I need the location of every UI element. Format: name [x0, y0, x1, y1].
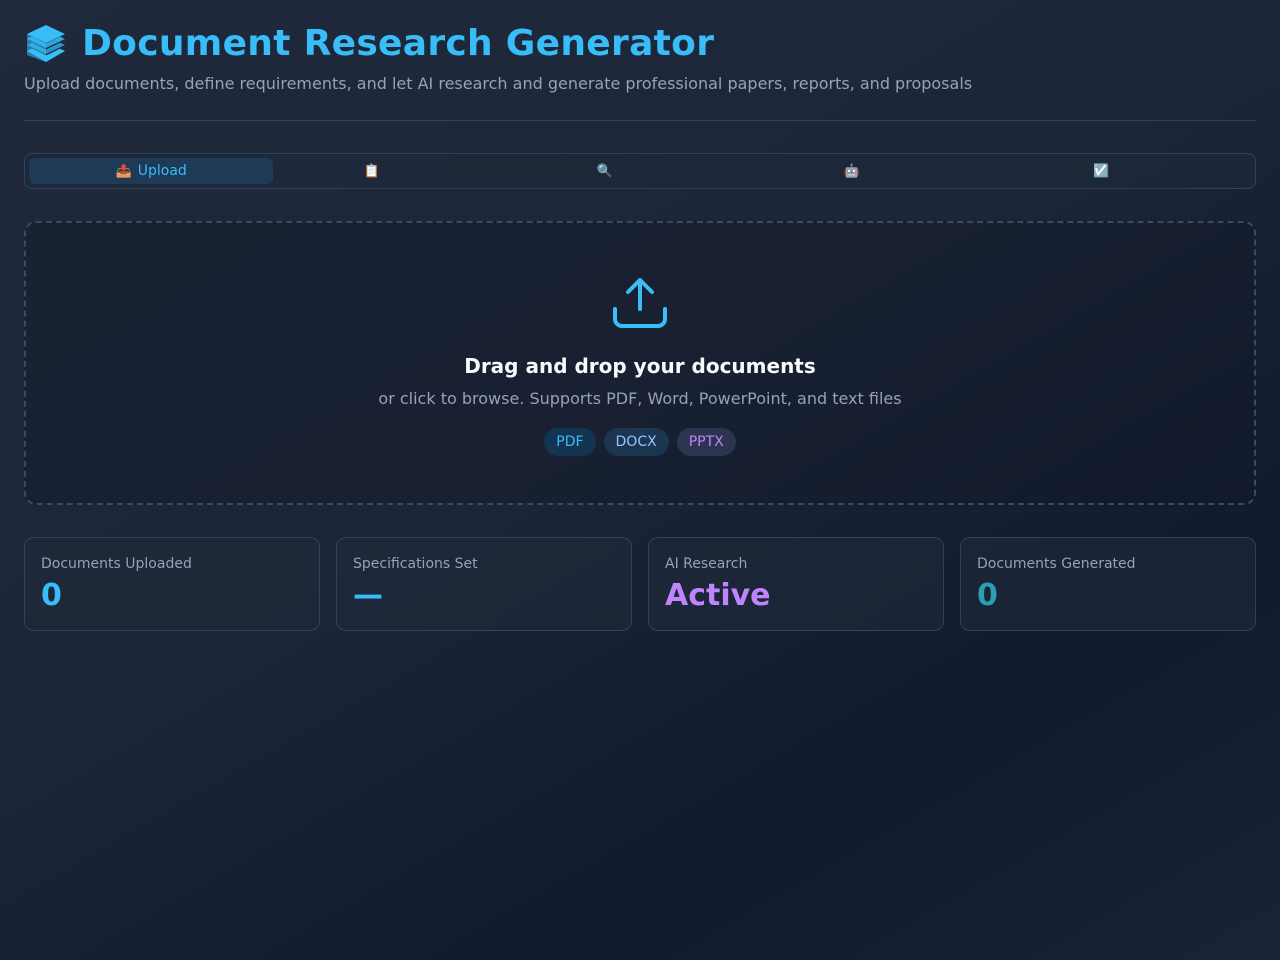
tab-label: Upload: [137, 163, 187, 179]
upload-icon: [613, 278, 667, 328]
page-title: Document Research Generator: [82, 23, 715, 64]
tab-research[interactable]: 🔍 Research: [518, 158, 762, 184]
file-type-badges: PDF DOCX PPTX: [26, 428, 1254, 456]
stat-label: Specifications Set: [353, 556, 478, 572]
stat-value: 0: [41, 578, 62, 613]
tab-label: Research: [619, 163, 684, 179]
stat-label: Documents Generated: [977, 556, 1136, 572]
stat-label: Documents Uploaded: [41, 556, 192, 572]
tab-specs[interactable]: 📋 Specs: [273, 158, 517, 184]
dropzone-title: Drag and drop your documents: [464, 354, 816, 378]
badge-pptx: PPTX: [676, 428, 736, 456]
dropzone-subtitle: or click to browse. Supports PDF, Word, …: [378, 389, 902, 408]
header: Document Research Generator Upload docum…: [24, 0, 1256, 121]
tab-upload[interactable]: 📤 Upload: [29, 158, 274, 184]
robot-icon: 🤖: [843, 163, 860, 179]
stats-row: Documents Uploaded 0 Specifications Set …: [24, 537, 1256, 631]
clipboard-icon: 📋: [363, 163, 380, 179]
stat-value: —: [353, 578, 383, 613]
file-dropzone[interactable]: Drag and drop your documents or click to…: [24, 221, 1256, 505]
stat-label: AI Research: [665, 556, 748, 572]
outbox-icon: 📤: [115, 163, 132, 179]
tab-ai-guide[interactable]: 🤖 AI Guide: [762, 158, 1006, 184]
checkbox-icon: ☑️: [1093, 163, 1110, 179]
layers-icon: [27, 25, 65, 62]
stat-documents-uploaded: Documents Uploaded 0: [24, 537, 320, 631]
badge-pdf: PDF: [544, 428, 596, 456]
stat-specifications-set: Specifications Set —: [336, 537, 632, 631]
stat-ai-research: AI Research Active: [648, 537, 944, 631]
stat-value: 0: [977, 578, 998, 613]
tab-label: Specs: [386, 163, 428, 179]
tab-label: AI Guide: [865, 163, 926, 179]
badge-docx: DOCX: [603, 428, 669, 456]
stat-value: Active: [665, 578, 771, 613]
page-subtitle: Upload documents, define requirements, a…: [24, 74, 973, 93]
magnifier-icon: 🔍: [596, 163, 613, 179]
stat-documents-generated: Documents Generated 0: [960, 537, 1256, 631]
tab-bar: 📤 Upload 📋 Specs 🔍 Research 🤖 AI Guide ☑…: [24, 153, 1256, 189]
tab-output[interactable]: ☑️ Output: [1007, 158, 1251, 184]
title-row: Document Research Generator: [24, 22, 714, 66]
app-page: Document Research Generator Upload docum…: [24, 0, 1256, 631]
tab-label: Output: [1115, 163, 1165, 179]
